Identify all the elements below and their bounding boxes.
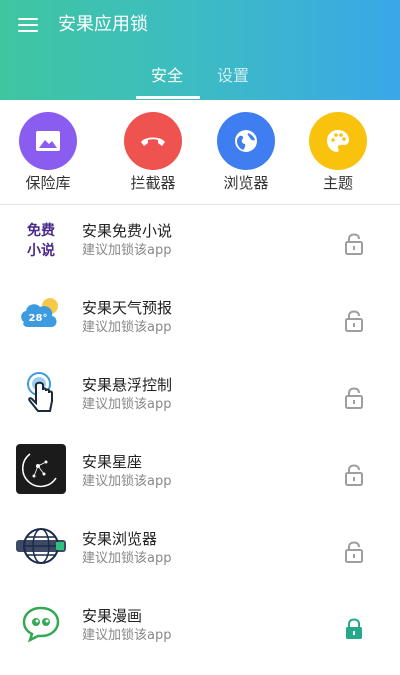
locked-icon[interactable]	[344, 618, 364, 640]
globe-icon	[217, 112, 275, 170]
app-subtitle: 建议加锁该app	[82, 320, 172, 335]
interceptor-label: 拦截器	[130, 174, 176, 192]
comic-chat-icon	[16, 598, 66, 648]
globe-browser-icon	[16, 521, 66, 571]
app-subtitle: 建议加锁该app	[82, 551, 172, 566]
menu-icon[interactable]	[18, 17, 38, 33]
vault-button[interactable]: 保险库	[8, 112, 88, 196]
free-novel-icon: 免费 小说	[16, 213, 66, 263]
app-header: 安果应用锁 安全 设置	[0, 0, 400, 100]
tab-indicator	[136, 96, 200, 99]
app-row-constellation[interactable]: 安果星座 建议加锁该app	[0, 444, 400, 521]
app-title: 安果应用锁	[58, 14, 148, 35]
app-subtitle: 建议加锁该app	[82, 628, 172, 643]
palette-icon	[309, 112, 367, 170]
quick-actions: 保险库 拦截器 浏览器 主题	[0, 100, 400, 205]
app-subtitle: 建议加锁该app	[82, 397, 172, 412]
touch-hand-icon	[16, 367, 66, 417]
app-subtitle: 建议加锁该app	[82, 243, 172, 258]
browser-label: 浏览器	[223, 174, 269, 192]
theme-label: 主题	[322, 174, 353, 192]
app-row-floating-control[interactable]: 安果悬浮控制 建议加锁该app	[0, 367, 400, 444]
phone-hangup-icon	[124, 112, 182, 170]
vault-label: 保险库	[25, 174, 71, 192]
weather-icon: 28°	[16, 290, 66, 340]
unlocked-icon[interactable]	[344, 464, 364, 486]
svg-text:28°: 28°	[29, 313, 48, 324]
browser-button[interactable]: 浏览器	[206, 112, 286, 196]
image-icon	[19, 112, 77, 170]
interceptor-button[interactable]: 拦截器	[113, 112, 193, 196]
unlocked-icon[interactable]	[344, 310, 364, 332]
app-row-comic[interactable]: 安果漫画 建议加锁该app	[0, 598, 400, 675]
app-subtitle: 建议加锁该app	[82, 474, 172, 489]
unlocked-icon[interactable]	[344, 387, 364, 409]
constellation-icon	[16, 444, 66, 494]
unlocked-icon[interactable]	[344, 541, 364, 563]
app-name: 安果免费小说	[82, 222, 173, 240]
app-name: 安果浏览器	[82, 530, 158, 548]
app-name: 安果星座	[82, 453, 143, 471]
app-row-weather[interactable]: 28° 安果天气预报 建议加锁该app	[0, 290, 400, 367]
theme-button[interactable]: 主题	[298, 112, 378, 196]
svg-text:小说: 小说	[27, 242, 55, 259]
app-row-free-novel[interactable]: 免费小说 安果免费小说 建议加锁该app	[0, 213, 400, 290]
app-name: 安果漫画	[82, 607, 143, 625]
unlocked-icon[interactable]	[344, 233, 364, 255]
tab-settings[interactable]: 设置	[217, 66, 249, 86]
app-name: 安果悬浮控制	[82, 376, 173, 394]
svg-text:免费: 免费	[27, 222, 55, 239]
tab-security[interactable]: 安全	[151, 66, 183, 86]
app-name: 安果天气预报	[82, 299, 173, 317]
app-row-browser[interactable]: 安果浏览器 建议加锁该app	[0, 521, 400, 598]
